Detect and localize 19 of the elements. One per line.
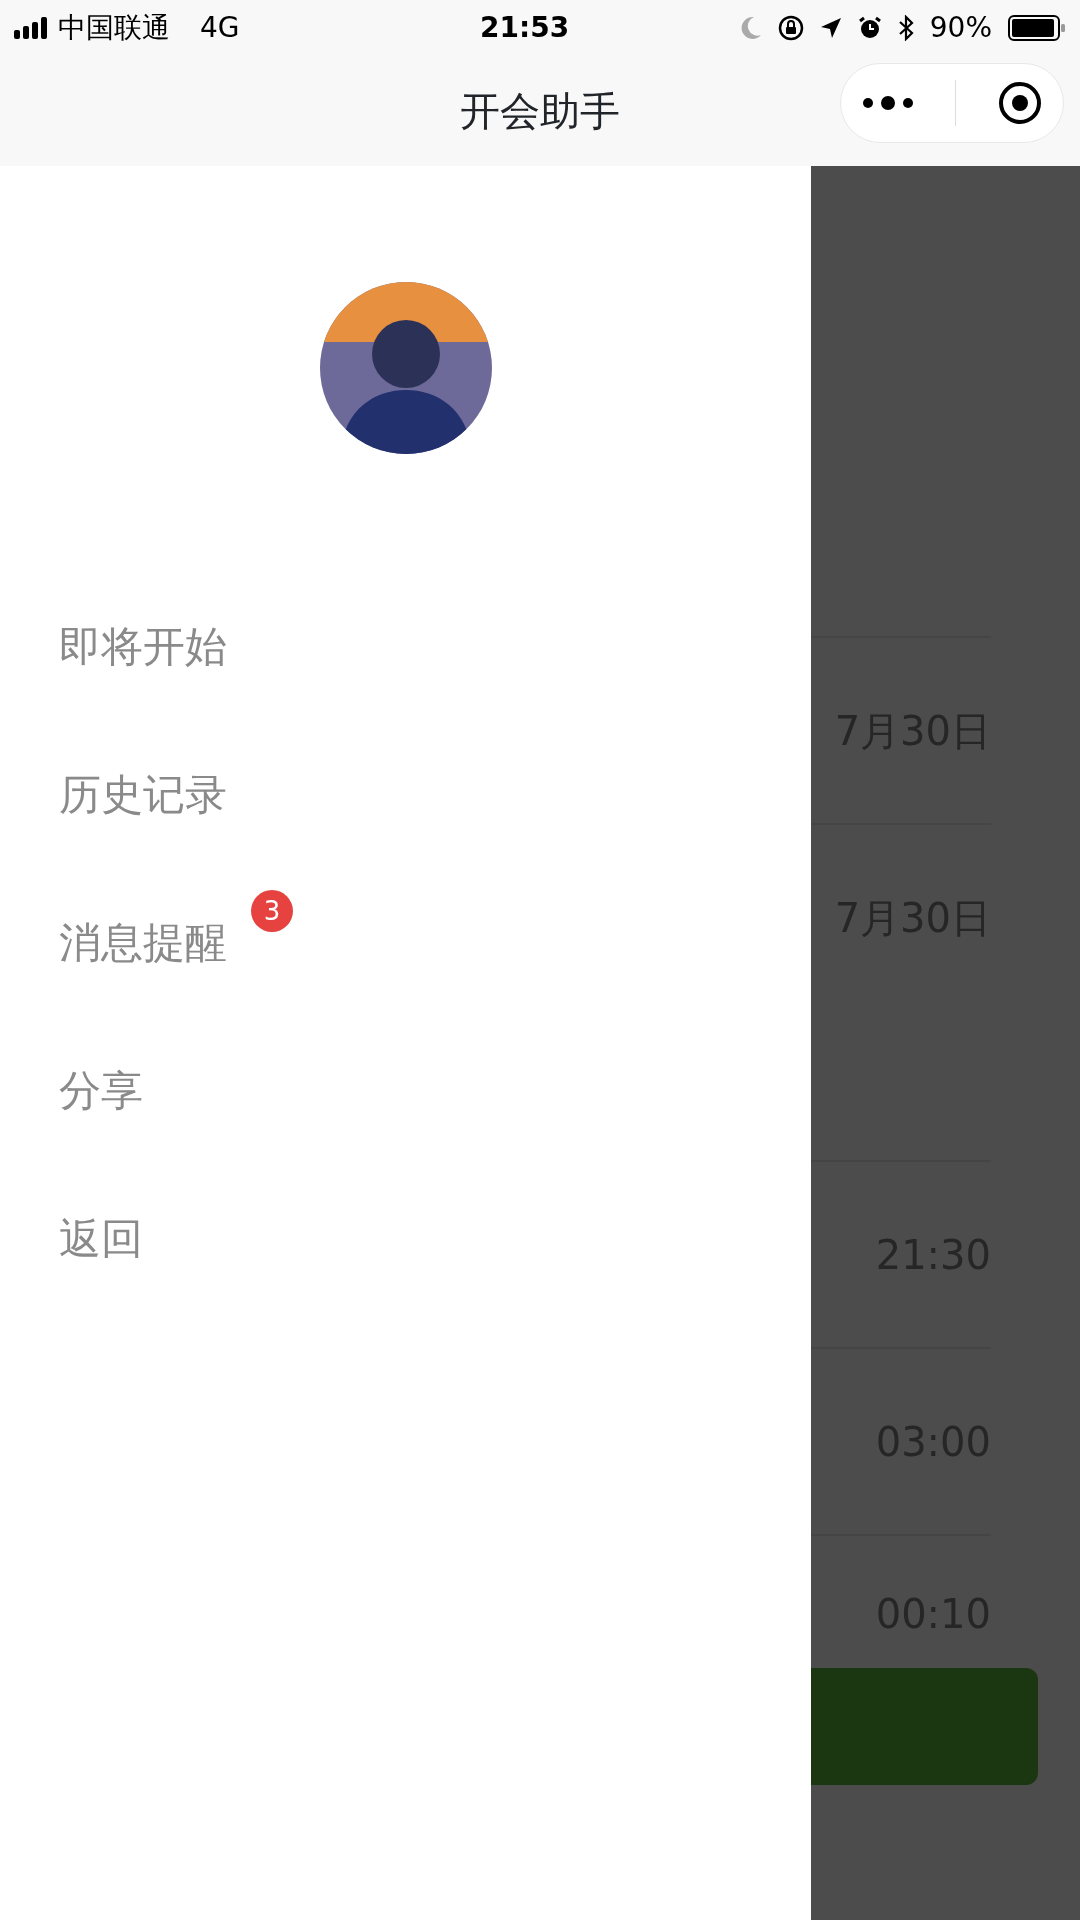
network-type: 4G [200,9,240,46]
rotation-lock-icon [777,14,804,41]
menu-item[interactable]: 历史记录 [0,720,227,868]
menu-item[interactable]: 分享 [0,1016,143,1164]
close-target-icon[interactable] [996,80,1043,126]
carrier-name: 中国联通 [58,9,170,46]
bluetooth-icon [897,14,914,41]
clock-time: 21:53 [480,9,570,46]
menu-item[interactable]: 即将开始 [0,572,227,720]
signal-icon [14,16,50,39]
location-arrow-icon [819,16,842,39]
moon-icon [739,15,762,40]
menu-item[interactable]: 返回 [0,1164,143,1312]
alarm-icon [857,15,882,40]
more-icon[interactable] [861,96,914,110]
page-title: 开会助手 [460,86,620,136]
count-badge: 3 [251,890,293,932]
battery-percent: 90% [929,9,992,46]
battery-icon [1008,14,1066,41]
